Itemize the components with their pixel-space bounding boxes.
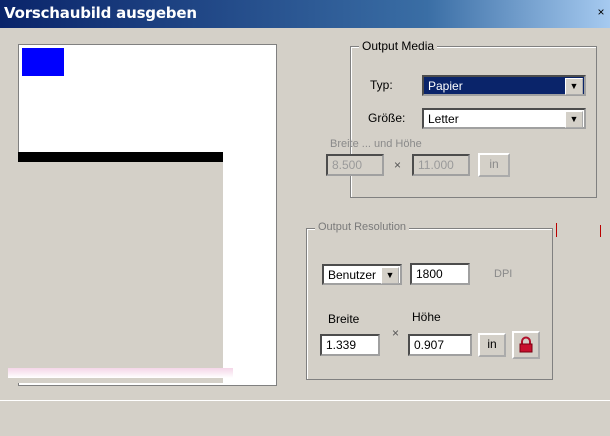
output-media-legend: Output Media bbox=[359, 39, 438, 53]
resolution-height-label: Höhe bbox=[412, 310, 441, 324]
edge-artifact bbox=[556, 223, 557, 237]
preview-boundary-bar bbox=[18, 152, 223, 162]
lock-aspect-button[interactable] bbox=[512, 331, 540, 359]
preview-image-swatch bbox=[22, 48, 64, 76]
preview-margin-area bbox=[18, 155, 223, 383]
type-label: Typ: bbox=[370, 78, 393, 92]
close-icon[interactable]: × bbox=[595, 6, 607, 18]
resolution-mode-select[interactable]: Benutzer ▼ bbox=[322, 264, 402, 285]
media-type-select[interactable]: Papier ▼ bbox=[422, 75, 586, 96]
media-type-value: Papier bbox=[428, 79, 463, 93]
chevron-down-icon[interactable]: ▼ bbox=[565, 78, 583, 95]
media-width-field[interactable]: 8.500 bbox=[326, 154, 384, 176]
media-unit-button[interactable]: in bbox=[478, 153, 510, 177]
media-size-select[interactable]: Letter ▼ bbox=[422, 108, 586, 129]
edge-artifact bbox=[600, 225, 601, 237]
resolution-width-label: Breite bbox=[328, 312, 360, 326]
media-height-field[interactable]: 11.000 bbox=[412, 154, 470, 176]
dpi-unit-label: DPI bbox=[494, 268, 513, 280]
resolution-width-field[interactable]: 1.339 bbox=[320, 334, 380, 356]
preview-artifact-strip bbox=[8, 368, 233, 378]
status-bar bbox=[0, 400, 610, 436]
output-resolution-legend: Output Resolution bbox=[315, 221, 410, 233]
resolution-height-field[interactable]: 0.907 bbox=[408, 334, 472, 356]
dialog-title: Vorschaubild ausgeben bbox=[4, 4, 197, 22]
media-size-value: Letter bbox=[428, 112, 459, 126]
lock-icon bbox=[519, 336, 533, 353]
size-label: Größe: bbox=[368, 111, 406, 125]
resolution-times-sign: × bbox=[392, 326, 400, 340]
media-times-sign: × bbox=[394, 158, 402, 172]
chevron-down-icon[interactable]: ▼ bbox=[565, 111, 583, 128]
resolution-unit-button[interactable]: in bbox=[478, 333, 506, 357]
title-bar: Vorschaubild ausgeben × bbox=[0, 0, 610, 28]
resolution-mode-value: Benutzer bbox=[328, 268, 377, 282]
media-dimensions-label: Breite ... und Höhe bbox=[330, 138, 422, 150]
chevron-down-icon[interactable]: ▼ bbox=[381, 267, 399, 284]
dpi-field[interactable]: 1800 bbox=[410, 263, 470, 285]
